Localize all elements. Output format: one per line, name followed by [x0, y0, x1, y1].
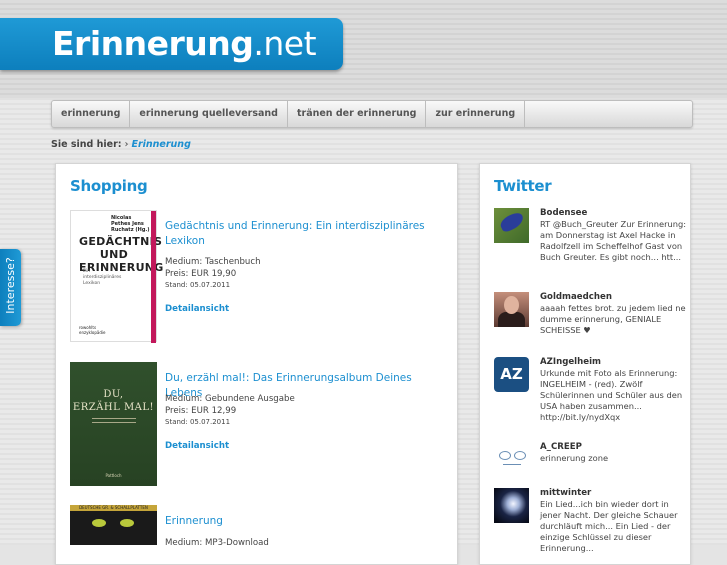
breadcrumb-separator: ›	[124, 139, 129, 150]
product-medium: Medium: Taschenbuch	[165, 257, 261, 267]
tweet-username[interactable]: AZIngelheim	[540, 357, 601, 367]
cat-eye	[120, 519, 134, 527]
product-item: Nicolas Pethes Jens Ruchatz (Hg.) GEDÄCH…	[70, 210, 450, 345]
logo-text-bold: Erinnerung	[52, 24, 254, 63]
avatar-body	[498, 312, 525, 327]
nav-item-traenen-der-erinnerung[interactable]: tränen der erinnerung	[288, 101, 427, 127]
cover-publisher: rowohlts enzyklopädie	[79, 325, 106, 335]
logo-text: Erinnerung.net	[52, 24, 317, 63]
tweet-text: Ein Lied...ich bin wieder dort in jener …	[540, 499, 678, 553]
cover-subtitle: Ein interdisziplinäres Lexikon	[83, 269, 122, 286]
detail-view-link[interactable]: Detailansicht	[165, 441, 229, 451]
product-price: Preis: EUR 12,99	[165, 406, 237, 416]
interesse-side-tab[interactable]: Interesse?	[0, 249, 21, 326]
tweet-text: Urkunde mit Foto als Erinnerung: INGELHE…	[540, 368, 683, 422]
breadcrumb: Sie sind hier: › Erinnerung	[51, 139, 191, 150]
cover-title: DU, ERZÄHL MAL!	[70, 388, 157, 414]
cover-title-line: DU,	[103, 389, 124, 400]
shopping-panel: Shopping Nicolas Pethes Jens Ruchatz (Hg…	[55, 163, 458, 565]
nav-item-erinnerung[interactable]: erinnerung	[52, 101, 131, 127]
breadcrumb-current[interactable]: Erinnerung	[131, 139, 190, 150]
main-navigation: erinnerung erinnerung quelleversand trän…	[51, 100, 693, 128]
cover-title-line: UND	[99, 248, 129, 261]
shopping-heading: Shopping	[70, 177, 148, 195]
twitter-heading: Twitter	[494, 177, 552, 195]
tweet-username[interactable]: Goldmaedchen	[540, 292, 612, 302]
avatar-face	[504, 296, 519, 314]
product-title-link[interactable]: Gedächtnis und Erinnerung: Ein interdisz…	[165, 219, 445, 249]
lake-shape	[498, 210, 526, 234]
side-tab-label: Interesse?	[4, 257, 17, 314]
product-title-link[interactable]: Erinnerung	[165, 514, 445, 529]
cover-decor-line	[92, 422, 136, 423]
cover-band: DEUTSCHE GR. & SCHALLPLATTEN	[70, 505, 157, 511]
product-medium: Medium: MP3-Download	[165, 538, 269, 548]
twitter-panel: Twitter Bodensee RT @Buch_Greuter Zur Er…	[479, 163, 691, 565]
avatar[interactable]	[494, 208, 529, 243]
tweet-username[interactable]: Bodensee	[540, 208, 587, 218]
product-item: DEUTSCHE GR. & SCHALLPLATTEN Erinnerung …	[70, 505, 450, 550]
avatar-eye	[514, 451, 526, 460]
product-price: Preis: EUR 19,90	[165, 269, 237, 279]
tweet-text: RT @Buch_Greuter Zur Erinnerung: am Donn…	[540, 219, 687, 262]
logo-text-light: .net	[253, 24, 317, 63]
avatar[interactable]	[494, 488, 529, 523]
site-logo[interactable]: Erinnerung.net	[0, 18, 343, 70]
detail-view-link[interactable]: Detailansicht	[165, 304, 229, 314]
product-medium: Medium: Gebundene Ausgabe	[165, 394, 295, 404]
tweet-username[interactable]: A_CREEP	[540, 442, 582, 452]
cover-color-bar	[151, 211, 156, 343]
nav-item-erinnerung-quelleversand[interactable]: erinnerung quelleversand	[130, 101, 288, 127]
avatar-eye	[499, 451, 511, 460]
cover-title-line: GEDÄCHTNIS	[79, 235, 163, 248]
cover-title-line: ERZÄHL MAL!	[72, 402, 155, 413]
product-item: DU, ERZÄHL MAL! Pattloch Du, erzähl mal!…	[70, 362, 450, 487]
album-cover-image[interactable]: DEUTSCHE GR. & SCHALLPLATTEN	[70, 505, 157, 545]
cover-editors: Nicolas Pethes Jens Ruchatz (Hg.)	[111, 215, 150, 233]
product-stand-date: Stand: 05.07.2011	[165, 281, 231, 289]
book-cover-image[interactable]: DU, ERZÄHL MAL! Pattloch	[70, 362, 157, 486]
avatar-mouth	[503, 464, 521, 469]
avatar[interactable]: AZ	[494, 357, 529, 392]
tweet-text: erinnerung zone	[540, 453, 609, 463]
tweet-text: aaaah fettes brot. zu jedem lied ne dumm…	[540, 303, 686, 335]
avatar[interactable]	[494, 442, 529, 477]
cover-decor-line	[92, 418, 136, 419]
breadcrumb-label: Sie sind hier:	[51, 139, 122, 150]
nav-item-zur-erinnerung[interactable]: zur erinnerung	[426, 101, 526, 127]
book-cover-image[interactable]: Nicolas Pethes Jens Ruchatz (Hg.) GEDÄCH…	[70, 210, 163, 343]
cat-eye	[92, 519, 106, 527]
avatar[interactable]	[494, 292, 529, 327]
tweet-username[interactable]: mittwinter	[540, 488, 591, 498]
product-stand-date: Stand: 05.07.2011	[165, 418, 231, 426]
cover-publisher: Pattloch	[105, 473, 122, 478]
